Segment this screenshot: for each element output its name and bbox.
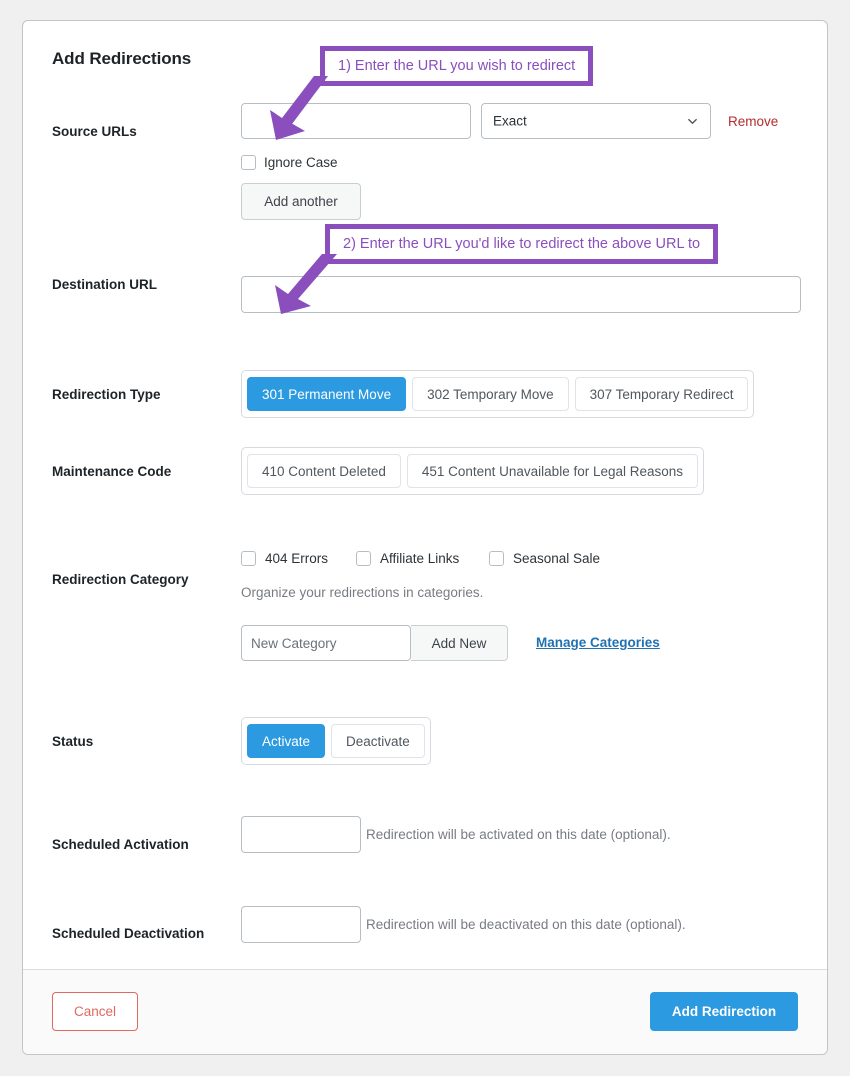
match-type-select[interactable]: Exact [481, 103, 711, 139]
add-another-button[interactable]: Add another [241, 183, 361, 220]
category-checkbox-seasonal-sale[interactable] [489, 551, 504, 566]
redirection-type-option-301[interactable]: 301 Permanent Move [247, 377, 407, 411]
status-group: Activate Deactivate [241, 717, 431, 765]
screenshot-root: Add Redirections Source URLs Exact Remov… [0, 0, 850, 1076]
status-option-deactivate[interactable]: Deactivate [331, 724, 425, 758]
annotation-callout-2-text: 2) Enter the URL you'd like to redirect … [343, 236, 701, 252]
chevron-down-icon [688, 118, 697, 124]
category-label-seasonal-sale: Seasonal Sale [513, 551, 601, 566]
destination-url-input[interactable] [241, 276, 801, 313]
annotation-callout-2: 2) Enter the URL you'd like to redirect … [325, 224, 719, 264]
maintenance-code-option-410[interactable]: 410 Content Deleted [247, 454, 401, 488]
redirection-type-option-302[interactable]: 302 Temporary Move [412, 377, 569, 411]
add-redirection-button[interactable]: Add Redirection [650, 992, 798, 1031]
redirection-category-label: Redirection Category [52, 572, 189, 587]
scheduled-deactivation-input[interactable] [241, 906, 361, 943]
scheduled-deactivation-label: Scheduled Deactivation [52, 926, 205, 941]
ignore-case-label: Ignore Case [264, 155, 338, 170]
manage-categories-link[interactable]: Manage Categories [536, 635, 660, 650]
source-urls-label: Source URLs [52, 124, 137, 139]
annotation-callout-1-text: 1) Enter the URL you wish to redirect [338, 58, 576, 74]
scheduled-deactivation-helper: Redirection will be deactivated on this … [366, 917, 686, 932]
category-checkbox-affiliate-links[interactable] [356, 551, 371, 566]
add-redirections-card: Add Redirections Source URLs Exact Remov… [22, 20, 828, 1055]
redirection-type-option-307[interactable]: 307 Temporary Redirect [574, 377, 749, 411]
destination-url-label: Destination URL [52, 277, 158, 292]
ignore-case-checkbox[interactable] [241, 155, 256, 170]
category-label-affiliate-links: Affiliate Links [380, 551, 460, 566]
maintenance-code-option-451[interactable]: 451 Content Unavailable for Legal Reason… [406, 454, 699, 488]
match-type-value: Exact [493, 113, 527, 129]
card-footer: Cancel Add Redirection [23, 969, 827, 1054]
redirection-type-label: Redirection Type [52, 387, 161, 402]
page-title: Add Redirections [52, 49, 192, 68]
scheduled-activation-input[interactable] [241, 816, 361, 853]
category-helper-text: Organize your redirections in categories… [241, 585, 484, 600]
new-category-input[interactable] [241, 625, 411, 661]
status-option-activate[interactable]: Activate [247, 724, 326, 758]
add-new-category-button[interactable]: Add New [411, 625, 508, 661]
status-label: Status [52, 734, 94, 749]
maintenance-code-group: 410 Content Deleted 451 Content Unavaila… [241, 447, 705, 495]
category-checkbox-404-errors[interactable] [241, 551, 256, 566]
scheduled-activation-helper: Redirection will be activated on this da… [366, 827, 671, 842]
maintenance-code-label: Maintenance Code [52, 464, 172, 479]
card-body: Add Redirections Source URLs Exact Remov… [23, 21, 827, 951]
annotation-callout-1: 1) Enter the URL you wish to redirect [320, 46, 594, 86]
scheduled-activation-label: Scheduled Activation [52, 837, 189, 852]
category-label-404-errors: 404 Errors [265, 551, 329, 566]
remove-source-link[interactable]: Remove [728, 114, 778, 129]
redirection-type-group: 301 Permanent Move 302 Temporary Move 30… [241, 370, 755, 418]
cancel-button[interactable]: Cancel [52, 992, 138, 1031]
source-url-input[interactable] [241, 103, 471, 139]
